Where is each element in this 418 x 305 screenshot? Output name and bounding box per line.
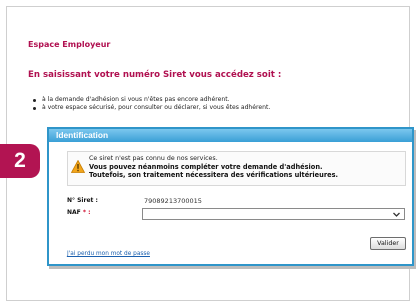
alert-line-1: Ce siret n'est pas connu de nos services… xyxy=(89,155,218,162)
naf-label: NAF * : xyxy=(67,209,90,216)
naf-select[interactable] xyxy=(142,208,405,220)
page-headline: En saisissant votre numéro Siret vous ac… xyxy=(28,70,282,80)
identification-dialog: Identification Ce siret n'est pas connu … xyxy=(47,127,414,266)
warning-triangle-icon xyxy=(71,160,85,173)
section-title: Espace Employeur xyxy=(28,40,111,49)
siret-label: N° Siret : xyxy=(67,197,98,204)
valider-button[interactable]: Valider xyxy=(370,237,406,250)
chevron-down-icon xyxy=(393,212,400,217)
siret-value: 79089213700015 xyxy=(144,197,202,205)
alert-line-3: Toutefois, son traitement nécessitera de… xyxy=(89,171,339,179)
naf-label-text: NAF xyxy=(67,209,81,216)
info-list: à la demande d'adhésion si vous n'êtes p… xyxy=(32,96,270,113)
required-marker: * : xyxy=(80,209,91,216)
dialog-title: Identification xyxy=(49,129,412,142)
lost-password-link[interactable]: J'ai perdu mon mot de passe xyxy=(67,251,150,257)
list-item: à votre espace sécurisé, pour consulter … xyxy=(32,104,270,112)
alert-line-2: Vous pouvez néanmoins compléter votre de… xyxy=(89,163,323,171)
alert-message: Ce siret n'est pas connu de nos services… xyxy=(67,151,406,186)
step-number-badge: 2 xyxy=(0,144,40,178)
